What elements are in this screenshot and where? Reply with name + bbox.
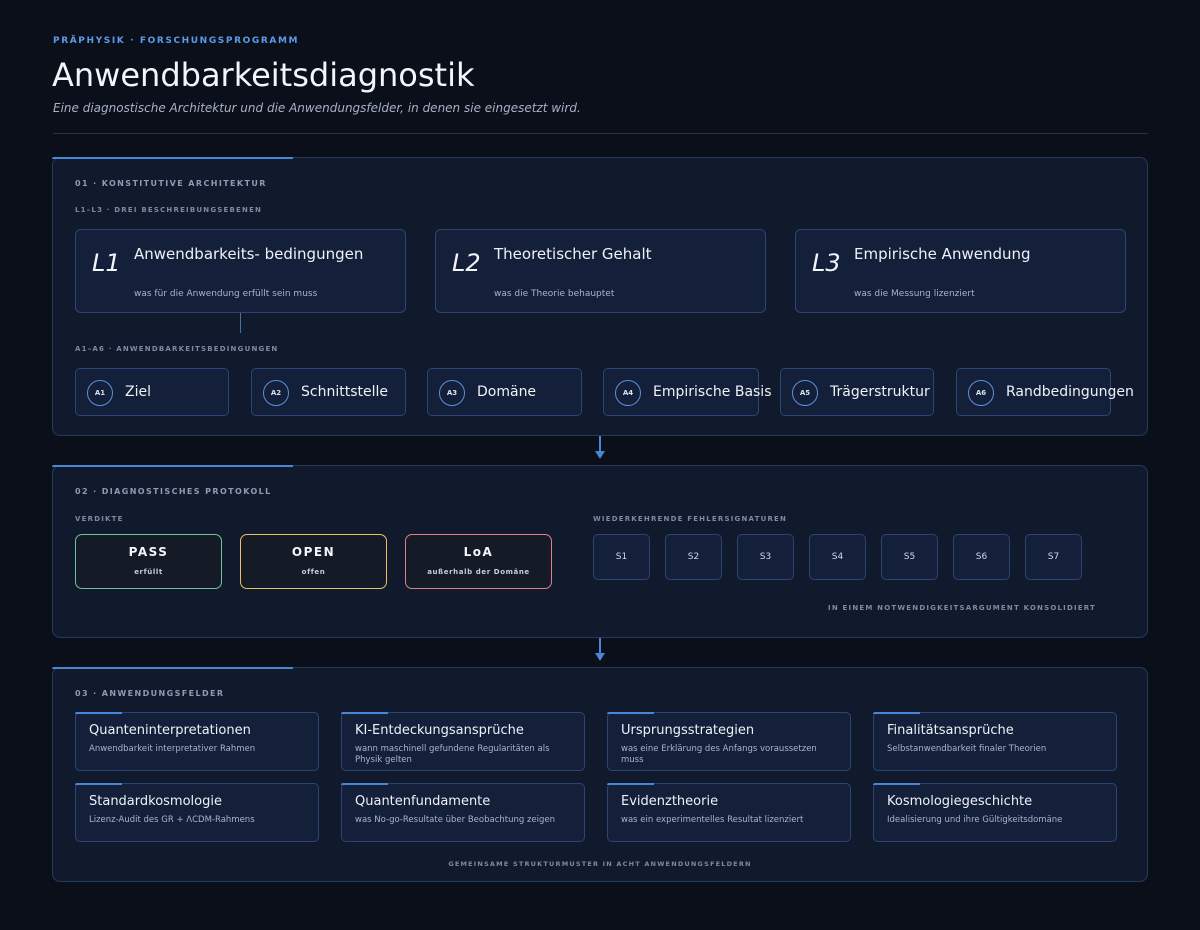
condition-card-a3: A3 Domäne: [427, 368, 582, 416]
section-label: 02 · DIAGNOSTISCHES PROTOKOLL: [75, 487, 272, 496]
condition-card-a4: A4 Empirische Basis: [603, 368, 772, 416]
field-card: Kosmologiegeschichte Idealisierung und i…: [873, 783, 1117, 842]
field-name: Kosmologiegeschichte: [887, 794, 1033, 809]
level-name: Theoretischer Gehalt: [494, 245, 652, 263]
condition-badge: A6: [968, 380, 994, 406]
level-desc: was für die Anwendung erfüllt sein muss: [134, 289, 318, 299]
signature-s5: S5: [881, 534, 938, 580]
condition-name: Domäne: [477, 384, 537, 400]
field-name: Standardkosmologie: [89, 794, 222, 809]
condition-badge: A4: [615, 380, 641, 406]
header-divider: [53, 133, 1148, 134]
section-protocol: 02 · DIAGNOSTISCHES PROTOKOLL VERDIKTE P…: [52, 465, 1148, 638]
verdict-open: OPEN offen: [240, 534, 387, 589]
verdict-desc: erfüllt: [134, 568, 163, 576]
field-name: Quantenfundamente: [355, 794, 491, 809]
flow-arrow-head: [595, 451, 605, 459]
level-desc: was die Theorie behauptet: [494, 289, 615, 299]
verdict-desc: offen: [301, 568, 326, 576]
verdict-pass: PASS erfüllt: [75, 534, 222, 589]
conditions-label: A1–A6 · ANWENDBARKEITSBEDINGUNGEN: [75, 345, 279, 353]
signature-s6: S6: [953, 534, 1010, 580]
field-name: Ursprungsstrategien: [621, 723, 755, 738]
section-label: 03 · ANWENDUNGSFELDER: [75, 689, 225, 698]
condition-name: Schnittstelle: [301, 384, 388, 400]
field-desc: Lizenz-Audit des GR + ΛCDM-Rahmens: [89, 815, 255, 825]
field-name: KI-Entdeckungsansprüche: [355, 723, 524, 738]
level-card-l2: L2 Theoretischer Gehalt was die Theorie …: [435, 229, 766, 313]
level-card-l3: L3 Empirische Anwendung was die Messung …: [795, 229, 1126, 313]
condition-badge: A3: [439, 380, 465, 406]
condition-name: Trägerstruktur: [830, 384, 930, 400]
verdicts-label: VERDIKTE: [75, 515, 124, 523]
flow-arrow-line: [599, 436, 601, 452]
page-subtitle: Eine diagnostische Architektur und die A…: [53, 101, 581, 115]
level-id: L3: [812, 249, 841, 277]
flow-arrow-head: [595, 653, 605, 661]
page-title: Anwendbarkeitsdiagnostik: [52, 56, 475, 94]
signature-s2: S2: [665, 534, 722, 580]
field-desc: Anwendbarkeit interpretativer Rahmen: [89, 744, 256, 754]
condition-name: Randbedingungen: [1006, 384, 1134, 400]
condition-name: Empirische Basis: [653, 384, 772, 400]
verdict-name: PASS: [128, 545, 169, 559]
verdict-desc: außerhalb der Domäne: [427, 568, 530, 576]
condition-badge: A2: [263, 380, 289, 406]
field-name: Quanteninterpretationen: [89, 723, 251, 738]
field-name: Finalitätsansprüche: [887, 723, 1014, 738]
field-desc: wann maschinell gefundene Regularitäten …: [355, 744, 550, 765]
signature-s3: S3: [737, 534, 794, 580]
field-desc: Selbstanwendbarkeit finaler Theorien: [887, 744, 1047, 754]
verdict-name: OPEN: [291, 545, 336, 559]
condition-name: Ziel: [125, 384, 151, 400]
signature-s7: S7: [1025, 534, 1082, 580]
level-name: Empirische Anwendung: [854, 245, 1031, 263]
eyebrow: PRÄPHYSIK · FORSCHUNGSPROGRAMM: [53, 36, 300, 46]
field-desc: Idealisierung und ihre Gültigkeitsdomäne: [887, 815, 1063, 825]
field-desc: was ein experimentelles Resultat lizenzi…: [621, 815, 804, 825]
field-card: Evidenztheorie was ein experimentelles R…: [607, 783, 851, 842]
verdict-loa: LoA außerhalb der Domäne: [405, 534, 552, 589]
level-id: L2: [452, 249, 481, 277]
signature-s4: S4: [809, 534, 866, 580]
field-card: Standardkosmologie Lizenz-Audit des GR +…: [75, 783, 319, 842]
l1-connector: [240, 313, 241, 333]
verdict-name: LoA: [463, 545, 494, 559]
condition-card-a2: A2 Schnittstelle: [251, 368, 406, 416]
condition-card-a5: A5 Trägerstruktur: [780, 368, 934, 416]
levels-label: L1–L3 · DREI BESCHREIBUNGSEBENEN: [75, 206, 263, 214]
level-name: Anwendbarkeits- bedingungen: [134, 245, 364, 263]
field-desc: was eine Erklärung des Anfangs vorausset…: [621, 744, 817, 765]
level-desc: was die Messung lizenziert: [854, 289, 975, 299]
condition-badge: A1: [87, 380, 113, 406]
field-card: Finalitätsansprüche Selbstanwendbarkeit …: [873, 712, 1117, 771]
section-fields: 03 · ANWENDUNGSFELDER Quanteninterpretat…: [52, 667, 1148, 882]
level-id: L1: [92, 249, 121, 277]
signatures-label: WIEDERKEHRENDE FEHLERSIGNATUREN: [593, 515, 788, 523]
field-card: Ursprungsstrategien was eine Erklärung d…: [607, 712, 851, 771]
field-card: Quanteninterpretationen Anwendbarkeit in…: [75, 712, 319, 771]
signatures-note: IN EINEM NOTWENDIGKEITSARGUMENT KONSOLID…: [828, 604, 1096, 612]
section-architecture: 01 · KONSTITUTIVE ARCHITEKTUR L1–L3 · DR…: [52, 157, 1148, 436]
field-card: Quantenfundamente was No-go-Resultate üb…: [341, 783, 585, 842]
field-desc: was No-go-Resultate über Beobachtung zei…: [355, 815, 556, 825]
field-name: Evidenztheorie: [621, 794, 719, 809]
section-label: 01 · KONSTITUTIVE ARCHITEKTUR: [75, 179, 267, 188]
field-card: KI-Entdeckungsansprüche wann maschinell …: [341, 712, 585, 771]
signature-s1: S1: [593, 534, 650, 580]
flow-arrow-line: [599, 638, 601, 654]
level-card-l1: L1 Anwendbarkeits- bedingungen was für d…: [75, 229, 406, 313]
condition-badge: A5: [792, 380, 818, 406]
condition-card-a1: A1 Ziel: [75, 368, 229, 416]
fields-note: GEMEINSAME STRUKTURMUSTER IN ACHT ANWEND…: [448, 860, 752, 868]
condition-card-a6: A6 Randbedingungen: [956, 368, 1134, 416]
